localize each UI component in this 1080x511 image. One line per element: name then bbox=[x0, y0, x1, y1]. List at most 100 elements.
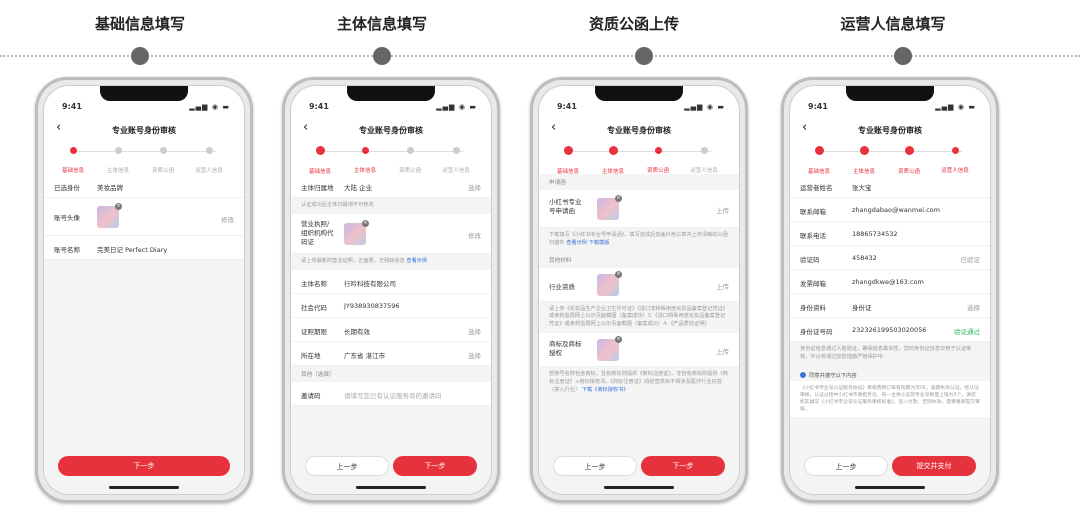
qualification-hint: 请上传《化妆品生产企业卫生许可证》《进口非特殊用途化妆品备案登记凭证》或食药监局… bbox=[539, 301, 739, 333]
example-link[interactable]: 查看示例 bbox=[406, 258, 427, 264]
section-other-materials: 其他材料 bbox=[539, 251, 739, 268]
status-time: 9:41 bbox=[62, 102, 82, 111]
avatar: × bbox=[97, 203, 122, 228]
prev-button[interactable]: 上一步 bbox=[804, 456, 888, 476]
phone-screen: 9:41 ▂▄▆ ◉ ▬ ‹ 专业账号身份审核 基础信息 主体信息 资质公函 运… bbox=[789, 85, 991, 495]
select-link[interactable]: 选择 bbox=[967, 302, 980, 312]
avatar-row[interactable]: 账号头像 × 修改 bbox=[44, 198, 244, 236]
field-label: 账号头像 bbox=[54, 214, 80, 222]
field-label: 商标及商标 授权 bbox=[549, 339, 582, 358]
status-time: 9:41 bbox=[808, 102, 828, 111]
notch bbox=[595, 86, 683, 101]
upload-link[interactable]: 上传 bbox=[716, 346, 729, 356]
signal-battery-icon: ▂▄▆ ◉ ▬ bbox=[684, 103, 725, 111]
remove-icon: × bbox=[615, 335, 622, 343]
signal-battery-icon: ▂▄▆ ◉ ▬ bbox=[189, 103, 230, 111]
status-bar: 9:41 ▂▄▆ ◉ ▬ bbox=[44, 102, 244, 114]
button-bar: 上一步 提交并支付 bbox=[790, 456, 990, 480]
invite-row[interactable]: 邀请码 请填写您已有认证服务商的邀请码 bbox=[291, 381, 491, 406]
page-title: 专业账号身份审核 bbox=[112, 126, 176, 135]
invoice-email-row[interactable]: 发票邮箱 zhangdkwe@163.com bbox=[790, 270, 990, 294]
qualification-row[interactable]: 行业资质 × 上传 bbox=[539, 267, 739, 302]
agreement-checkbox[interactable]: 同意并遵守以下内容 bbox=[790, 366, 990, 381]
step-title-4: 运营人信息填写 bbox=[840, 15, 946, 33]
submit-pay-button[interactable]: 提交并支付 bbox=[892, 456, 976, 476]
status-bar: 9:41 ▂▄▆ ◉ ▬ bbox=[790, 102, 990, 114]
home-indicator bbox=[604, 486, 674, 489]
phone-row[interactable]: 联系电话 18865734532 bbox=[790, 222, 990, 246]
remove-icon: × bbox=[115, 203, 122, 210]
id-type-row[interactable]: 身份资料 身份证 选择 bbox=[790, 294, 990, 318]
id-number-row[interactable]: 身份证号码 232326199503020056 验证通过 bbox=[790, 318, 990, 342]
field-label: 社会代码 bbox=[301, 303, 327, 312]
field-value: 长期有效 bbox=[344, 327, 370, 336]
upload-link[interactable]: 上传 bbox=[716, 205, 729, 215]
progress-stepper: 基础信息 主体信息 资质公函 运营人信息 bbox=[50, 146, 238, 174]
verify-code-row[interactable]: 验证码 458432 已验证 bbox=[790, 246, 990, 270]
select-link[interactable]: 选择 bbox=[468, 350, 481, 360]
progress-stepper: 基础信息 主体信息 资质公函 运营人信息 bbox=[545, 146, 733, 175]
status-time: 9:41 bbox=[309, 102, 329, 111]
signal-battery-icon: ▂▄▆ ◉ ▬ bbox=[436, 103, 477, 111]
remove-icon: × bbox=[362, 219, 369, 227]
next-button[interactable]: 下一步 bbox=[641, 456, 725, 476]
field-label: 行业资质 bbox=[549, 282, 575, 291]
agreement-detail: 《小红书专业号认证服务协议》审核费用订单有效期为30天，逾期失效认证。经认证审核… bbox=[790, 380, 990, 418]
license-row[interactable]: 营业执照/ 组织机构代 码证 × 修改 bbox=[291, 213, 491, 254]
timeline bbox=[0, 55, 1080, 57]
field-label: 邀请码 bbox=[301, 391, 321, 400]
example-download-links[interactable]: 查看示例 下载模版 bbox=[566, 240, 609, 246]
operator-name-row[interactable]: 运营者姓名 张大宝 bbox=[790, 174, 990, 198]
timeline-dot-3 bbox=[635, 47, 653, 65]
region-hint: 认证成功后主体归属地不可修改 bbox=[291, 198, 491, 214]
signal-battery-icon: ▂▄▆ ◉ ▬ bbox=[935, 103, 976, 111]
field-value: 行吟科技有限公司 bbox=[344, 279, 396, 288]
field-value: 广东省 湛江市 bbox=[344, 351, 386, 360]
location-row[interactable]: 所在地 广东省 湛江市 选择 bbox=[291, 341, 491, 366]
notch bbox=[347, 86, 435, 101]
progress-stepper: 基础信息 主体信息 资质公函 运营人信息 bbox=[297, 146, 485, 175]
invite-input[interactable]: 请填写您已有认证服务商的邀请码 bbox=[344, 390, 442, 400]
application-row[interactable]: 小红书专业 号申请函 × 上传 bbox=[539, 190, 739, 228]
region-row[interactable]: 主体归属地 大陆 企业 选择 bbox=[291, 174, 491, 198]
status-bar: 9:41 ▂▄▆ ◉ ▬ bbox=[539, 102, 739, 114]
select-link[interactable]: 选择 bbox=[468, 326, 481, 336]
trademark-row[interactable]: 商标及商标 授权 × 上传 bbox=[539, 332, 739, 367]
account-name-row[interactable]: 账号名称 完美日记 Perfect Diary bbox=[44, 236, 244, 260]
verified-status: 已验证 bbox=[960, 256, 981, 264]
nav-bar: ‹ 专业账号身份审核 bbox=[44, 120, 244, 140]
timeline-dot-1 bbox=[131, 47, 149, 65]
step-title-2: 主体信息填写 bbox=[336, 15, 427, 33]
next-button[interactable]: 下一步 bbox=[58, 456, 230, 476]
next-button[interactable]: 下一步 bbox=[393, 456, 477, 476]
qualification-image: × bbox=[597, 270, 622, 296]
application-hint: 下载填写《小红书专业号申请函》，填写完成后加盖红色公章并上传清晰的公函扫描件 查… bbox=[539, 228, 739, 252]
modify-link[interactable]: 修改 bbox=[221, 214, 234, 224]
field-label: 主体归属地 bbox=[301, 184, 334, 192]
email-row[interactable]: 联系邮箱 zhangdabao@wanmei.com bbox=[790, 198, 990, 222]
modify-link[interactable]: 修改 bbox=[468, 230, 481, 240]
verify-passed-status: 验证通过 bbox=[954, 328, 980, 336]
prev-button[interactable]: 上一步 bbox=[305, 456, 389, 476]
onboarding-flow: 基础信息填写 主体信息填写 资质公函上传 运营人信息填写 9:41 ▂▄▆ ◉ … bbox=[0, 0, 1080, 511]
phone-entity-info: 9:41 ▂▄▆ ◉ ▬ ‹ 专业账号身份审核 基础信息 主体信息 资质公函 运… bbox=[282, 77, 500, 503]
field-value: 美妆品牌 bbox=[97, 184, 123, 192]
download-authorization-link[interactable]: 下载《商标授权书》 bbox=[582, 387, 629, 393]
prev-button[interactable]: 上一步 bbox=[553, 456, 637, 476]
home-indicator bbox=[356, 486, 426, 489]
form-content: 已选身份 美妆品牌 账号头像 × 修改 账号名称 完美日记 Perfect Di… bbox=[44, 174, 244, 494]
social-code-row[interactable]: 社会代码 JY938930837596 bbox=[291, 293, 491, 318]
license-hint: 请上传最新的营业证照，正面照，无残缺信息 查看示例 bbox=[291, 253, 491, 270]
button-bar: 上一步 下一步 bbox=[539, 456, 739, 480]
select-link[interactable]: 选择 bbox=[468, 182, 481, 192]
check-icon bbox=[800, 371, 806, 378]
identity-row[interactable]: 已选身份 美妆品牌 bbox=[44, 174, 244, 198]
button-bar: 上一步 下一步 bbox=[291, 456, 491, 480]
phone-screen: 9:41 ▂▄▆ ◉ ▬ ‹ 专业账号身份审核 基础信息 主体信息 资质公函 运… bbox=[290, 85, 492, 495]
entity-name-row[interactable]: 主体名称 行吟科技有限公司 bbox=[291, 269, 491, 294]
trademark-image: × bbox=[597, 335, 622, 361]
validity-row[interactable]: 证照期限 长期有效 选择 bbox=[291, 317, 491, 342]
notch bbox=[100, 86, 188, 101]
upload-link[interactable]: 上传 bbox=[716, 281, 729, 291]
timeline-dot-2 bbox=[373, 47, 391, 65]
